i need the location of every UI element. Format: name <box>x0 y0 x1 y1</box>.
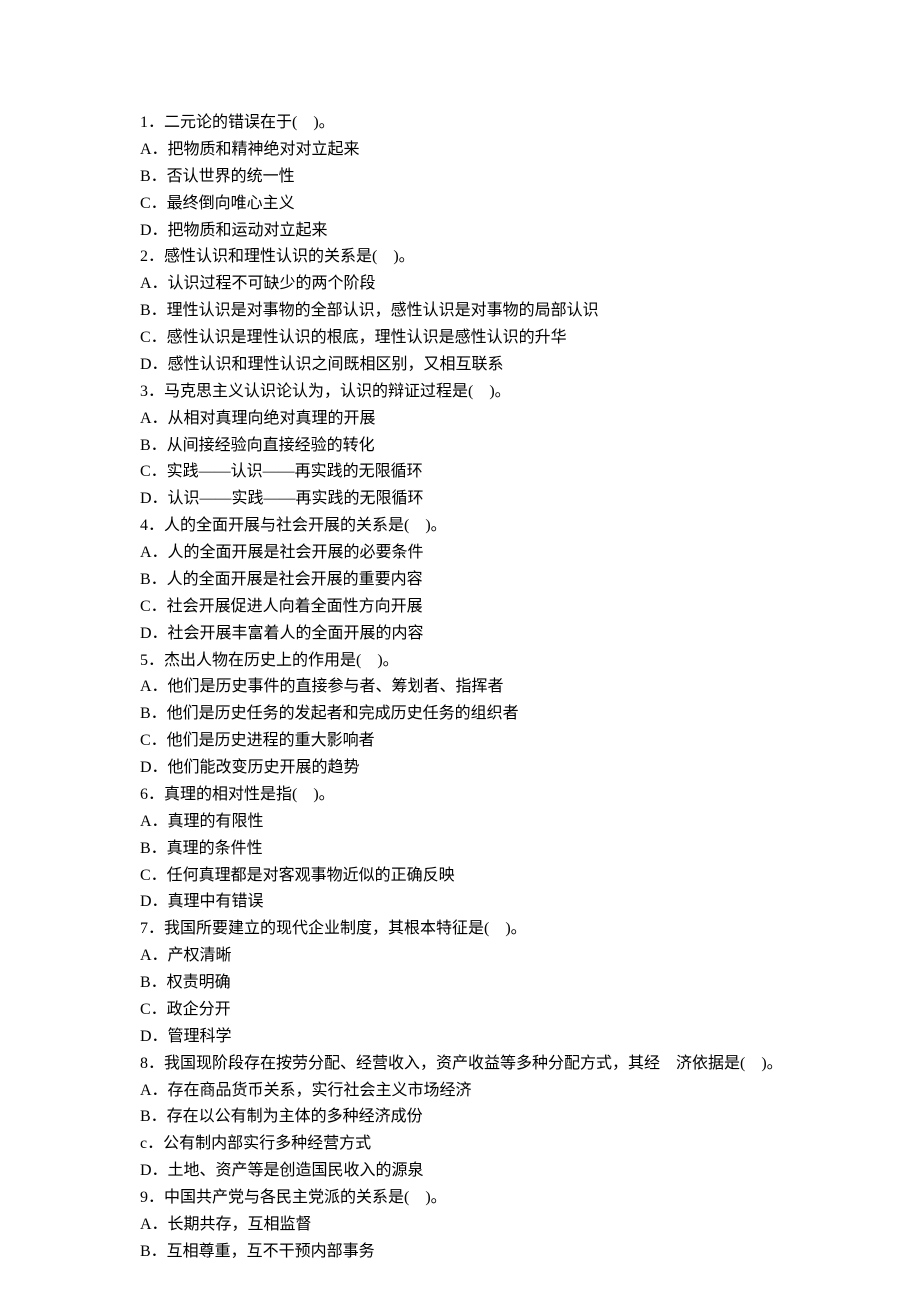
option-line: B．他们是历史任务的发起者和完成历史任务的组织者 <box>140 701 800 728</box>
option-line: B．存在以公有制为主体的多种经济成份 <box>140 1104 800 1131</box>
option-line: A．人的全面开展是社会开展的必要条件 <box>140 540 800 567</box>
option-line: B．互相尊重，互不干预内部事务 <box>140 1239 800 1266</box>
option-line: D．他们能改变历史开展的趋势 <box>140 755 800 782</box>
questions-container: 1．二元论的错误在于( )。A．把物质和精神绝对对立起来B．否认世界的统一性C．… <box>140 110 800 1266</box>
option-line: D．感性认识和理性认识之间既相区别，又相互联系 <box>140 352 800 379</box>
option-line: A．产权清晰 <box>140 943 800 970</box>
question-stem: 5．杰出人物在历史上的作用是( )。 <box>140 648 800 675</box>
option-line: D．把物质和运动对立起来 <box>140 218 800 245</box>
option-line: C．政企分开 <box>140 997 800 1024</box>
question-stem: 7．我国所要建立的现代企业制度，其根本特征是( )。 <box>140 916 800 943</box>
option-line: A．从相对真理向绝对真理的开展 <box>140 406 800 433</box>
question-stem: 9．中国共产党与各民主党派的关系是( )。 <box>140 1185 800 1212</box>
option-line: A．把物质和精神绝对对立起来 <box>140 137 800 164</box>
question-stem: 2．感性认识和理性认识的关系是( )。 <box>140 244 800 271</box>
option-line: B．真理的条件性 <box>140 836 800 863</box>
option-line: D．认识——实践——再实践的无限循环 <box>140 486 800 513</box>
option-line: C．任何真理都是对客观事物近似的正确反映 <box>140 863 800 890</box>
question-block: 5．杰出人物在历史上的作用是( )。A．他们是历史事件的直接参与者、筹划者、指挥… <box>140 648 800 782</box>
option-line: B．理性认识是对事物的全部认识，感性认识是对事物的局部认识 <box>140 298 800 325</box>
option-line: C．社会开展促进人向着全面性方向开展 <box>140 594 800 621</box>
question-block: 8．我国现阶段存在按劳分配、经营收入，资产收益等多种分配方式，其经 济依据是( … <box>140 1051 800 1185</box>
question-stem: 6．真理的相对性是指( )。 <box>140 782 800 809</box>
option-line: D．真理中有错误 <box>140 889 800 916</box>
option-line: B．从间接经验向直接经验的转化 <box>140 433 800 460</box>
option-line: A．认识过程不可缺少的两个阶段 <box>140 271 800 298</box>
question-block: 1．二元论的错误在于( )。A．把物质和精神绝对对立起来B．否认世界的统一性C．… <box>140 110 800 244</box>
question-block: 2．感性认识和理性认识的关系是( )。A．认识过程不可缺少的两个阶段B．理性认识… <box>140 244 800 378</box>
option-line: C．感性认识是理性认识的根底，理性认识是感性认识的升华 <box>140 325 800 352</box>
option-line: A．存在商品货币关系，实行社会主义市场经济 <box>140 1078 800 1105</box>
option-line: B．权责明确 <box>140 970 800 997</box>
option-line: A．他们是历史事件的直接参与者、筹划者、指挥者 <box>140 674 800 701</box>
question-block: 9．中国共产党与各民主党派的关系是( )。A．长期共存，互相监督B．互相尊重，互… <box>140 1185 800 1266</box>
question-block: 4．人的全面开展与社会开展的关系是( )。A．人的全面开展是社会开展的必要条件B… <box>140 513 800 647</box>
question-stem: 1．二元论的错误在于( )。 <box>140 110 800 137</box>
question-stem: 3．马克思主义认识论认为，认识的辩证过程是( )。 <box>140 379 800 406</box>
question-stem: 4．人的全面开展与社会开展的关系是( )。 <box>140 513 800 540</box>
option-line: D．土地、资产等是创造国民收入的源泉 <box>140 1158 800 1185</box>
question-stem: 8．我国现阶段存在按劳分配、经营收入，资产收益等多种分配方式，其经 济依据是( … <box>140 1051 800 1078</box>
option-line: D．社会开展丰富着人的全面开展的内容 <box>140 621 800 648</box>
option-line: D．管理科学 <box>140 1024 800 1051</box>
option-line: c．公有制内部实行多种经营方式 <box>140 1131 800 1158</box>
option-line: C．最终倒向唯心主义 <box>140 191 800 218</box>
question-block: 7．我国所要建立的现代企业制度，其根本特征是( )。A．产权清晰B．权责明确C．… <box>140 916 800 1050</box>
question-block: 6．真理的相对性是指( )。A．真理的有限性B．真理的条件性C．任何真理都是对客… <box>140 782 800 916</box>
option-line: B．否认世界的统一性 <box>140 164 800 191</box>
option-line: B．人的全面开展是社会开展的重要内容 <box>140 567 800 594</box>
option-line: A．长期共存，互相监督 <box>140 1212 800 1239</box>
option-line: C．实践——认识——再实践的无限循环 <box>140 459 800 486</box>
option-line: C．他们是历史进程的重大影响者 <box>140 728 800 755</box>
question-block: 3．马克思主义认识论认为，认识的辩证过程是( )。A．从相对真理向绝对真理的开展… <box>140 379 800 513</box>
option-line: A．真理的有限性 <box>140 809 800 836</box>
